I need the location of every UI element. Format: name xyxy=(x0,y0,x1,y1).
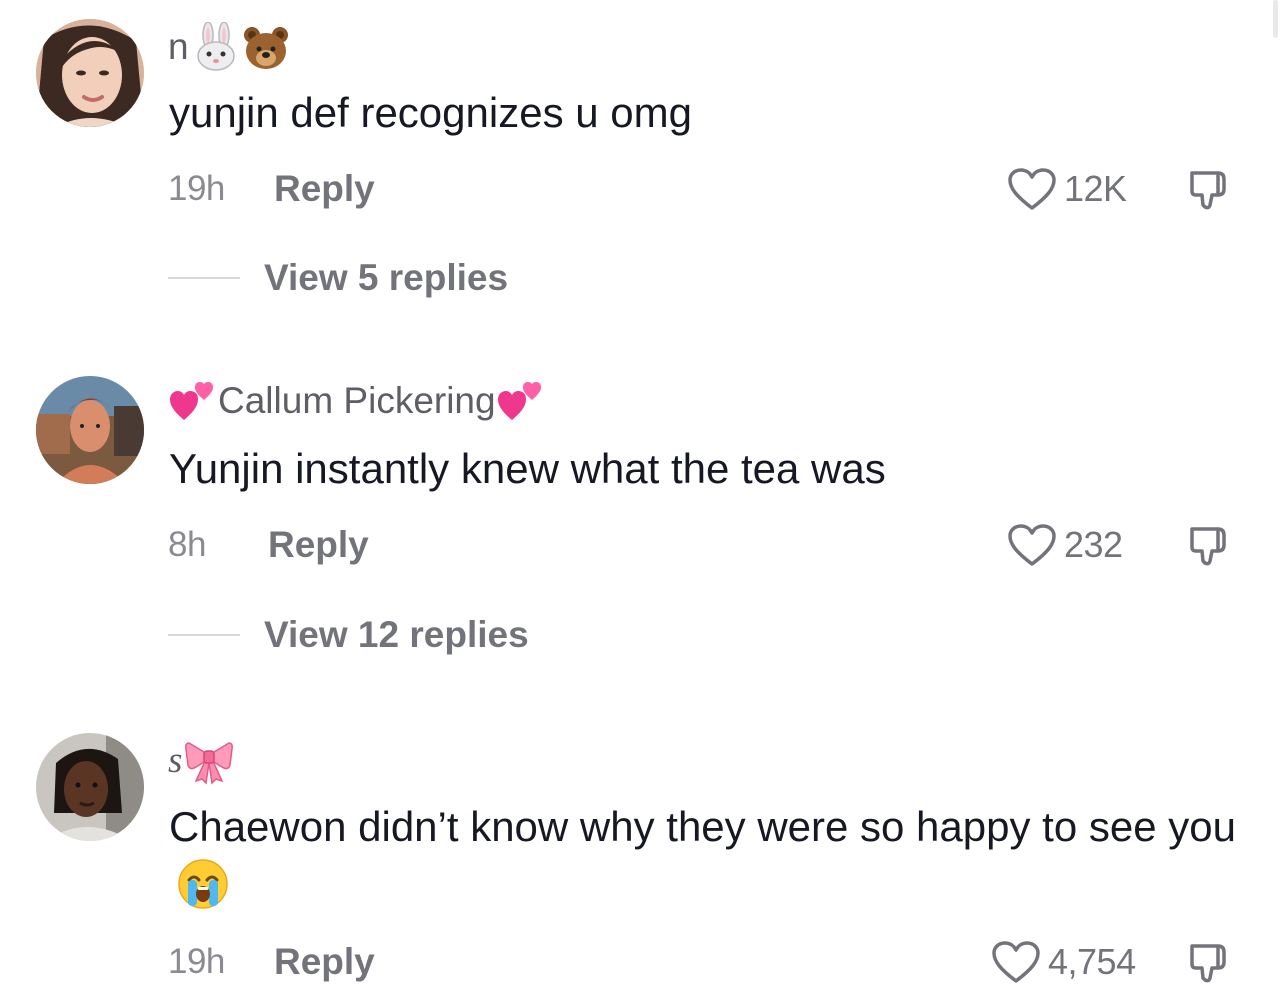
replies-divider xyxy=(168,634,240,636)
username-text: Callum Pickering xyxy=(218,380,496,421)
thumbs-down-outline-icon[interactable] xyxy=(1186,167,1232,213)
two-hearts-icon xyxy=(497,382,541,420)
like-button[interactable]: 4,754 xyxy=(990,937,1136,987)
username-text: n xyxy=(168,26,189,67)
heart-outline-icon xyxy=(992,941,1040,983)
thumbs-down-outline-icon[interactable] xyxy=(1186,523,1232,569)
comment-actions: 8h Reply 232 xyxy=(168,520,1284,570)
scrollbar[interactable] xyxy=(1273,0,1278,38)
avatar-photo xyxy=(36,376,144,484)
avatar[interactable] xyxy=(36,376,144,484)
username[interactable]: Callum Pickering xyxy=(168,376,544,426)
username-text: s xyxy=(168,739,183,781)
view-replies-button[interactable]: View 12 replies xyxy=(168,610,529,660)
comment-actions: 19h Reply 4,754 xyxy=(168,937,1284,987)
view-replies-label: View 5 replies xyxy=(264,257,509,298)
comment-actions: 19h Reply 12K xyxy=(168,164,1284,214)
view-replies-button[interactable]: View 5 replies xyxy=(168,253,508,303)
replies-divider xyxy=(168,277,240,279)
avatar-photo xyxy=(36,19,144,127)
bear-face-icon xyxy=(243,27,288,69)
view-replies-label: View 12 replies xyxy=(264,614,529,655)
like-count: 12K xyxy=(1064,168,1127,209)
timestamp: 19h xyxy=(168,942,225,981)
avatar[interactable] xyxy=(36,733,144,841)
avatar[interactable] xyxy=(36,19,144,127)
ribbon-icon xyxy=(185,742,234,785)
loudly-crying-face-icon xyxy=(178,859,228,909)
rabbit-face-icon xyxy=(196,22,235,71)
username[interactable]: s xyxy=(168,734,234,786)
comment-text: Yunjin instantly knew what the tea was xyxy=(169,445,886,492)
like-count: 4,754 xyxy=(1048,941,1136,982)
reply-button[interactable]: Reply xyxy=(274,937,375,987)
thumbs-down-outline-icon[interactable] xyxy=(1186,940,1232,986)
reply-button[interactable]: Reply xyxy=(268,520,369,570)
comment-text: Chaewon didn’t know why they were so hap… xyxy=(169,796,1249,918)
like-button[interactable]: 12K xyxy=(1006,164,1127,214)
like-button[interactable]: 232 xyxy=(1006,520,1123,570)
timestamp: 8h xyxy=(168,525,206,564)
timestamp: 19h xyxy=(168,169,225,208)
comment-text: yunjin def recognizes u omg xyxy=(169,89,692,136)
heart-outline-icon xyxy=(1008,524,1056,566)
heart-outline-icon xyxy=(1008,168,1056,210)
username[interactable]: n xyxy=(168,22,291,72)
like-count: 232 xyxy=(1064,524,1123,565)
two-hearts-icon xyxy=(170,382,213,420)
avatar-photo xyxy=(36,733,144,841)
comment-text-body: Chaewon didn’t know why they were so hap… xyxy=(169,803,1236,850)
reply-button[interactable]: Reply xyxy=(274,164,375,214)
